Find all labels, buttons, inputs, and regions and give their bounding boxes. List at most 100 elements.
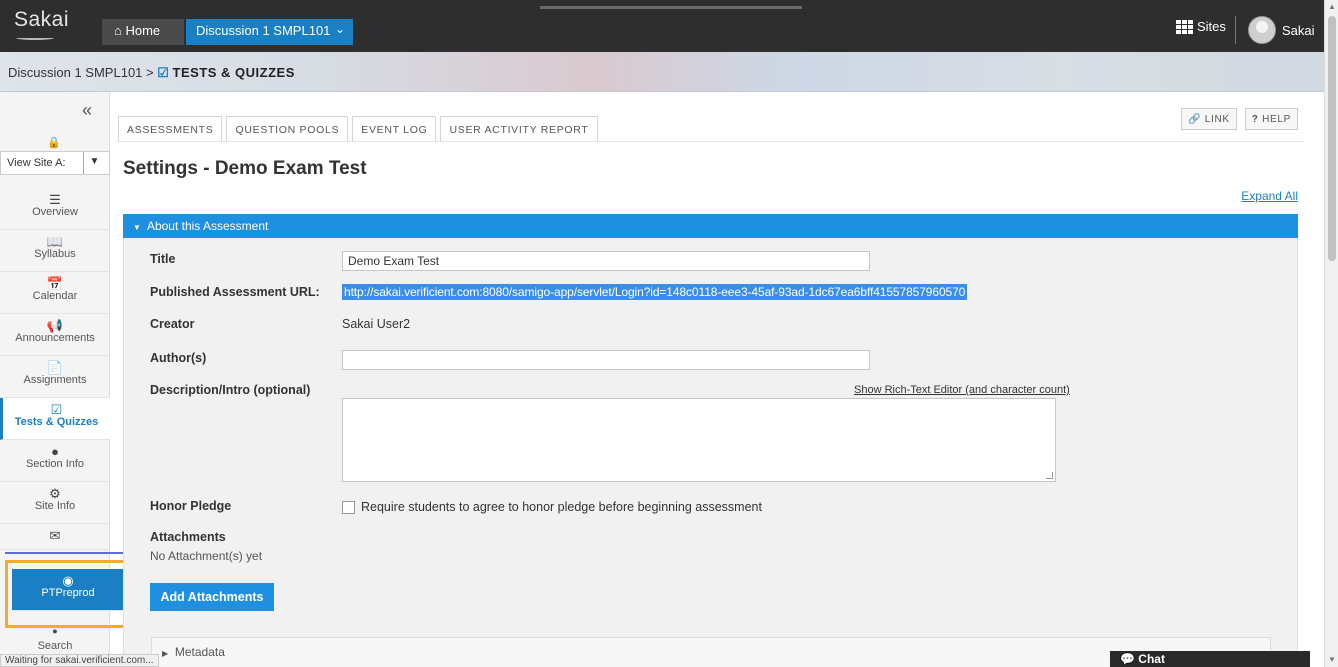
sidebar-item-assignments[interactable]: 📄 Assignments: [0, 356, 110, 398]
home-label: Home: [125, 23, 161, 38]
top-navigation-bar: Sakai ⌂ Home Discussion 1 SMPL101 ⌄ Site…: [0, 0, 1324, 52]
sidebar-item-label: Site Info: [34, 500, 76, 512]
chevron-down-icon[interactable]: ⌄: [335, 22, 345, 36]
divider: [118, 141, 1304, 142]
envelope-icon: ✉: [49, 528, 61, 543]
sites-label: Sites: [1197, 19, 1226, 34]
home-button[interactable]: ⌂ Home: [102, 19, 184, 45]
page-title: Settings - Demo Exam Test: [123, 158, 367, 179]
help-button[interactable]: ? HELP: [1244, 108, 1298, 130]
view-as-label: View Site A:: [7, 157, 66, 169]
checkbox-icon: ☑: [157, 65, 169, 80]
panel-header-label: About this Assessment: [146, 219, 269, 233]
tab-event-log[interactable]: EVENT LOG: [352, 116, 437, 142]
divider: [1235, 16, 1236, 44]
sidebar-item-label: Section Info: [25, 458, 85, 470]
sidebar-item-overview[interactable]: ☰ Overview: [0, 188, 110, 230]
metadata-section-header[interactable]: ▶ Metadata: [151, 637, 1271, 667]
sidebar-item-section-info[interactable]: ● Section Info: [0, 440, 110, 482]
tab-question-pools[interactable]: QUESTION POOLS: [226, 116, 349, 142]
breadcrumb-separator: >: [146, 65, 154, 80]
user-label: Sakai: [1282, 22, 1315, 38]
show-rich-text-editor-link[interactable]: Show Rich-Text Editor (and character cou…: [854, 384, 1070, 396]
authors-label: Author(s): [150, 351, 207, 365]
title-label: Title: [150, 252, 176, 266]
tab-assessments[interactable]: ASSESSMENTS: [118, 116, 223, 142]
logo-text: Sakai: [14, 8, 70, 31]
sidebar-item-label: Announcements: [15, 332, 95, 344]
published-url-label: Published Assessment URL:: [150, 285, 320, 299]
user-menu-button[interactable]: Sakai: [1248, 16, 1315, 44]
authors-input[interactable]: [342, 350, 870, 370]
creator-value: Sakai User2: [342, 317, 411, 331]
browser-status-bar: Waiting for sakai.verificient.com...: [0, 654, 159, 667]
sidebar-item-tests-quizzes[interactable]: ☑ Tests & Quizzes: [0, 398, 110, 440]
page-scrollbar[interactable]: ▲ ▼: [1324, 0, 1338, 667]
chat-label: Chat: [1138, 652, 1165, 666]
metadata-label: Metadata: [174, 645, 225, 659]
link-button[interactable]: 🔗 LINK: [1181, 108, 1237, 130]
checkbox-icon: ☑: [50, 402, 63, 417]
gear-icon: ⚙: [49, 486, 61, 501]
grid-icon: [1176, 19, 1193, 34]
tool-actions: 🔗 LINK ? HELP: [1181, 108, 1298, 130]
list-icon: ☰: [49, 192, 61, 207]
attachments-status: No Attachment(s) yet: [150, 549, 263, 563]
avatar: [1248, 16, 1276, 44]
breadcrumb: Discussion 1 SMPL101 > ☑ TESTS & QUIZZES: [8, 65, 295, 81]
sidebar-item-label: Overview: [32, 206, 78, 218]
breadcrumb-site[interactable]: Discussion 1 SMPL101: [8, 65, 142, 80]
description-textarea[interactable]: [342, 398, 1056, 482]
sidebar-item-label: Tests & Quizzes: [14, 416, 99, 428]
sakai-logo[interactable]: Sakai: [14, 8, 70, 40]
help-label: HELP: [1262, 114, 1291, 125]
help-icon: ?: [1251, 114, 1259, 125]
add-attachments-button[interactable]: Add Attachments: [150, 583, 274, 611]
collapse-sidebar-button[interactable]: «: [82, 100, 92, 121]
book-icon: 📖: [46, 234, 64, 249]
attachments-label: Attachments: [150, 530, 226, 544]
honor-pledge-checkbox[interactable]: [342, 501, 355, 514]
expand-all-link[interactable]: Expand All: [1241, 189, 1298, 203]
chat-button[interactable]: 💬 Chat: [1110, 651, 1310, 667]
calendar-icon: 📅: [46, 276, 64, 291]
loading-indicator: [540, 6, 802, 9]
published-url-value[interactable]: http://sakai.verificient.com:8080/samigo…: [342, 284, 968, 300]
current-site-tab[interactable]: Discussion 1 SMPL101 ⌄: [186, 19, 353, 45]
sidebar-item-label: Search: [37, 640, 73, 652]
breadcrumb-tool[interactable]: TESTS & QUIZZES: [173, 65, 295, 80]
tab-user-activity-report[interactable]: USER ACTIVITY REPORT: [440, 116, 598, 142]
sidebar-item-syllabus[interactable]: 📖 Syllabus: [0, 230, 110, 272]
lock-icon: 🔒: [47, 137, 61, 149]
chat-icon: 💬: [1120, 652, 1135, 666]
sidebar-item-site-info[interactable]: ⚙ Site Info: [0, 482, 110, 524]
caret-right-icon: ▶: [162, 649, 169, 658]
honor-pledge-label: Honor Pledge: [150, 499, 232, 513]
sidebar-item-label: Calendar: [32, 290, 78, 302]
file-icon: 📄: [46, 360, 64, 375]
about-assessment-header[interactable]: ▼ About this Assessment: [123, 214, 1298, 238]
sidebar-item-calendar[interactable]: 📅 Calendar: [0, 272, 110, 314]
sites-button[interactable]: Sites: [1176, 19, 1226, 34]
sidebar-item-announcements[interactable]: 📢 Announcements: [0, 314, 110, 356]
scroll-down-icon[interactable]: ▼: [1328, 655, 1336, 664]
honor-pledge-text[interactable]: Require students to agree to honor pledg…: [361, 500, 762, 514]
sidebar-item-messages[interactable]: ✉: [0, 524, 110, 550]
breadcrumb-bar: Discussion 1 SMPL101 > ☑ TESTS & QUIZZES: [0, 52, 1324, 92]
sidebar-item-label: Syllabus: [34, 248, 76, 260]
user-icon: ●: [51, 444, 59, 459]
site-tab-label: Discussion 1 SMPL101: [196, 23, 331, 38]
scroll-up-icon[interactable]: ▲: [1328, 2, 1336, 11]
sidebar-item-label: Assignments: [23, 374, 87, 386]
link-label: LINK: [1204, 114, 1230, 125]
about-assessment-panel: Title Published Assessment URL: http://s…: [123, 238, 1298, 667]
dropdown-arrow-icon[interactable]: ▼: [83, 152, 105, 174]
view-site-as-select[interactable]: View Site A: ▼: [0, 151, 110, 175]
creator-label: Creator: [150, 317, 195, 331]
resize-handle-icon[interactable]: [1046, 472, 1053, 479]
title-input[interactable]: [342, 251, 870, 271]
megaphone-icon: 📢: [46, 318, 64, 333]
scrollbar-thumb[interactable]: [1328, 16, 1336, 261]
link-icon: 🔗: [1188, 114, 1202, 125]
caret-down-icon: ▼: [133, 223, 141, 232]
